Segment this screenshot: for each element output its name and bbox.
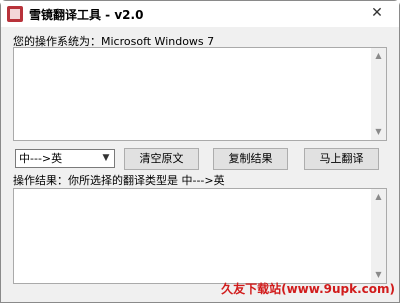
source-scrollbar[interactable]: ▲ ▼ bbox=[371, 48, 386, 140]
app-icon bbox=[7, 6, 23, 22]
result-scrollbar[interactable]: ▲ ▼ bbox=[371, 189, 386, 283]
app-window: 雪镜翻译工具 - v2.0 ✕ 您的操作系统为：Microsoft Window… bbox=[0, 0, 400, 303]
watermark: 久友下载站(www.9upk.com) bbox=[221, 282, 395, 296]
window-title: 雪镜翻译工具 - v2.0 bbox=[29, 8, 144, 22]
result-label: 操作结果：你所选择的翻译类型是 中--->英 bbox=[13, 174, 225, 187]
direction-value: 中--->英 bbox=[19, 152, 63, 165]
clear-button[interactable]: 清空原文 bbox=[124, 148, 199, 170]
scroll-down-icon[interactable]: ▼ bbox=[371, 126, 386, 138]
copy-result-button[interactable]: 复制结果 bbox=[213, 148, 288, 170]
title-bar: 雪镜翻译工具 - v2.0 ✕ bbox=[1, 1, 399, 27]
chevron-down-icon[interactable]: ▼ bbox=[98, 150, 114, 167]
source-text-input[interactable]: ▲ ▼ bbox=[13, 47, 387, 141]
scroll-up-icon[interactable]: ▲ bbox=[371, 50, 386, 62]
translate-button[interactable]: 马上翻译 bbox=[304, 148, 379, 170]
close-button[interactable]: ✕ bbox=[363, 2, 391, 24]
result-text-output[interactable]: ▲ ▼ bbox=[13, 188, 387, 284]
scroll-up-icon[interactable]: ▲ bbox=[371, 191, 386, 203]
direction-select[interactable]: 中--->英 ▼ bbox=[15, 149, 115, 168]
